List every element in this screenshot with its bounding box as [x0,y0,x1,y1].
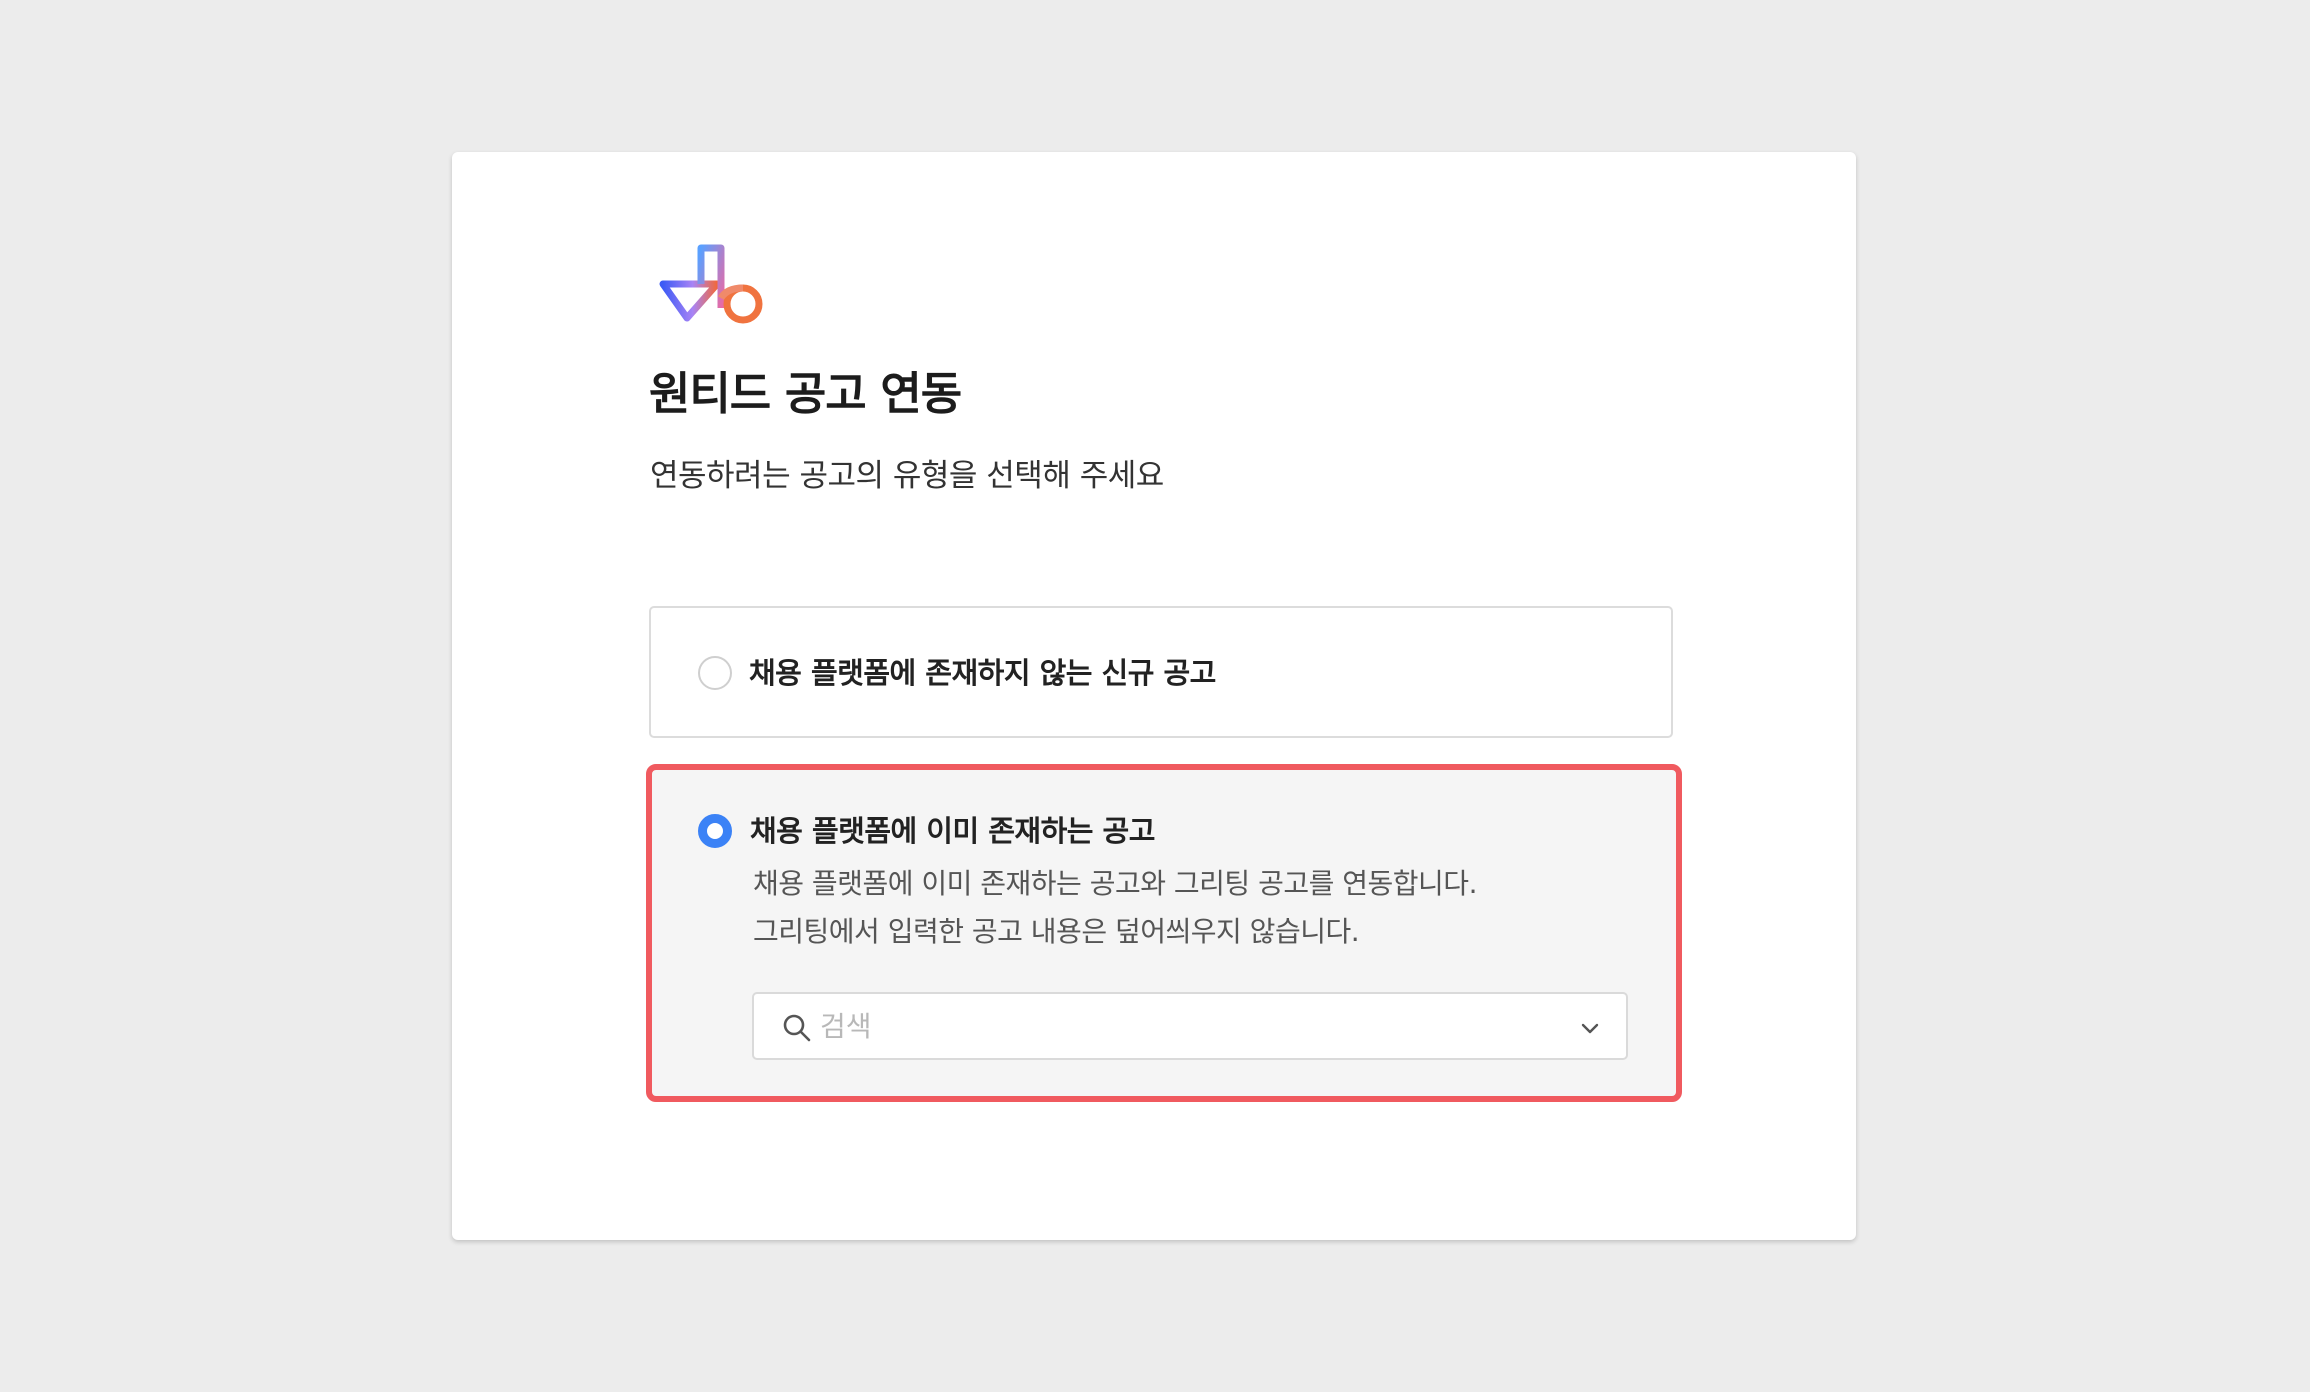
option-existing-posting-label: 채용 플랫폼에 이미 존재하는 공고 [750,814,1155,848]
option-existing-description-2: 그리팅에서 입력한 공고 내용은 덮어씌우지 않습니다. [753,915,1360,948]
posting-search-select[interactable] [752,992,1628,1060]
option-existing-description-1: 채용 플랫폼에 이미 존재하는 공고와 그리팅 공고를 연동합니다. [753,867,1477,900]
wanted-logo [659,244,763,324]
option-new-posting-label: 채용 플랫폼에 존재하지 않는 신규 공고 [749,656,1216,690]
page-subtitle: 연동하려는 공고의 유형을 선택해 주세요 [650,458,1164,494]
search-icon [783,1014,811,1042]
page-title: 원티드 공고 연동 [649,367,962,420]
search-input[interactable] [820,1006,1520,1046]
radio-existing-posting[interactable] [698,814,732,848]
integration-dialog: 원티드 공고 연동 연동하려는 공고의 유형을 선택해 주세요 채용 플랫폼에 … [452,152,1856,1240]
radio-new-posting[interactable] [698,656,732,690]
option-new-posting[interactable]: 채용 플랫폼에 존재하지 않는 신규 공고 [649,606,1673,738]
option-existing-posting[interactable]: 채용 플랫폼에 이미 존재하는 공고 채용 플랫폼에 이미 존재하는 공고와 그… [646,764,1682,1102]
chevron-down-icon[interactable] [1578,1016,1602,1040]
